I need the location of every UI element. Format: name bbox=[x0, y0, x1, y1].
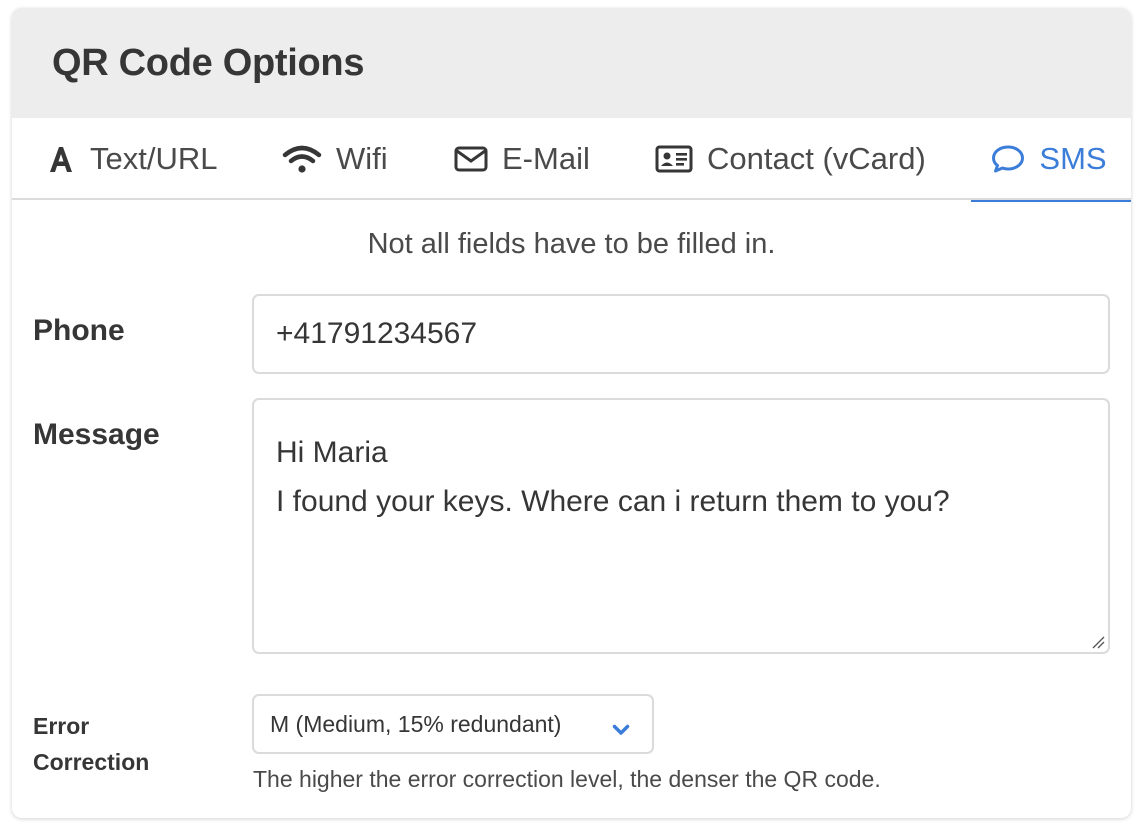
tab-label: Contact (vCard) bbox=[707, 141, 926, 176]
card-header: QR Code Options bbox=[12, 8, 1131, 118]
chevron-down-icon bbox=[612, 716, 630, 743]
form-notice: Not all fields have to be filled in. bbox=[367, 228, 776, 260]
tab-text-url[interactable]: Text/URL bbox=[46, 118, 217, 200]
error-correction-help: The higher the error correction level, t… bbox=[253, 766, 881, 792]
tab-label: SMS bbox=[1039, 141, 1107, 176]
error-correction-label: Error Correction bbox=[33, 708, 183, 780]
tab-contact-vcard[interactable]: Contact (vCard) bbox=[655, 118, 926, 200]
qr-options-card: QR Code Options Text/URL Wifi E-Mail Con… bbox=[12, 8, 1131, 818]
tab-wifi[interactable]: Wifi bbox=[282, 118, 388, 200]
resize-handle-icon[interactable] bbox=[1091, 635, 1105, 649]
phone-label: Phone bbox=[33, 314, 125, 347]
phone-input[interactable] bbox=[252, 294, 1110, 374]
tab-email[interactable]: E-Mail bbox=[454, 118, 590, 200]
tab-sms[interactable]: SMS bbox=[971, 118, 1131, 202]
comment-icon bbox=[991, 144, 1025, 174]
tab-label: Text/URL bbox=[90, 141, 218, 176]
message-textarea[interactable]: Hi Maria I found your keys. Where can i … bbox=[252, 398, 1110, 654]
envelope-icon bbox=[454, 145, 488, 173]
tab-label: E-Mail bbox=[502, 141, 590, 176]
id-card-icon bbox=[655, 145, 693, 173]
font-letter-a-icon bbox=[46, 144, 76, 174]
tab-label: Wifi bbox=[336, 141, 388, 176]
error-correction-selected: M (Medium, 15% redundant) bbox=[270, 710, 562, 737]
tab-bar: Text/URL Wifi E-Mail Contact (vCard) SMS bbox=[12, 118, 1131, 202]
error-correction-label-text: Error Correction bbox=[33, 713, 150, 775]
card-title: QR Code Options bbox=[52, 41, 365, 84]
wifi-icon bbox=[282, 144, 322, 174]
page: QR Code Options Text/URL Wifi E-Mail Con… bbox=[0, 0, 1138, 822]
error-correction-select[interactable]: M (Medium, 15% redundant) bbox=[252, 694, 654, 754]
message-label: Message bbox=[33, 418, 160, 451]
